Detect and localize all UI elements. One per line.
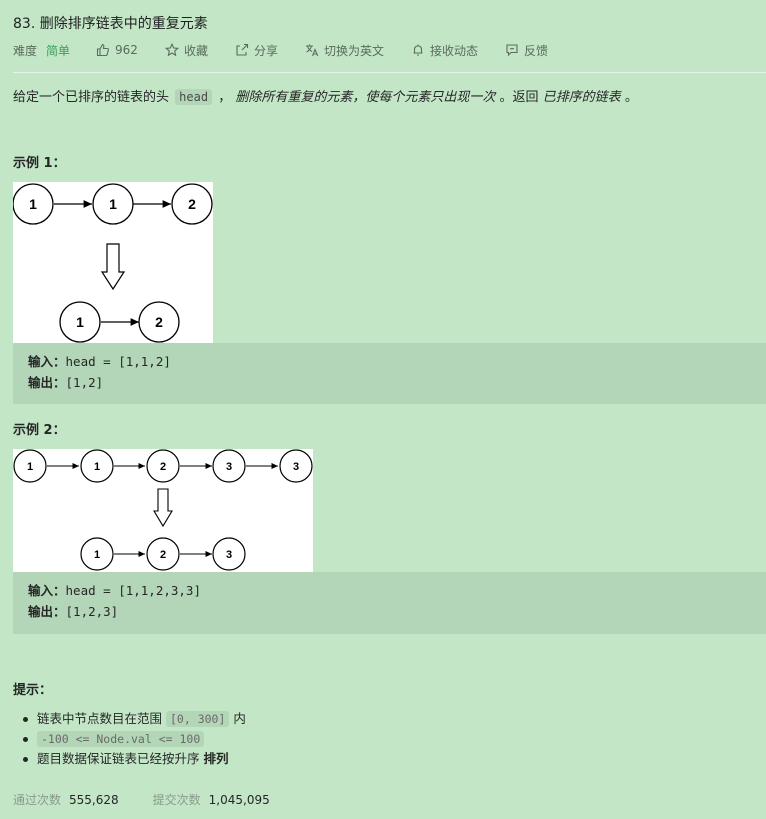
description-text: 。返回 <box>499 90 539 105</box>
switch-language-button[interactable]: 切换为英文 <box>305 42 384 59</box>
example-2-diagram: 1 1 2 3 3 1 2 3 <box>13 449 313 572</box>
hint-bold: 排列 <box>203 751 229 766</box>
example-2-io-block: 输入：head = [1,1,2,3,3] 输出：[1,2,3] <box>13 572 766 634</box>
description-emphasis: 已排序的链表 <box>542 90 621 105</box>
header-divider <box>13 72 766 73</box>
switch-language-label: 切换为英文 <box>323 43 384 58</box>
node-value: 1 <box>27 461 33 473</box>
node-value: 1 <box>29 196 37 212</box>
example-input: head = [1,1,2] <box>65 354 171 369</box>
example-2-heading: 示例 2： <box>13 423 66 438</box>
node-value: 3 <box>293 461 299 473</box>
description-text: 。 <box>624 90 638 105</box>
description-emphasis: 删除所有重复的元素，使每个元素只出现一次 <box>235 90 496 105</box>
hint-text: 链表中节点数目在范围 <box>37 711 163 726</box>
hint-item: 链表中节点数目在范围 [0, 300] 内 <box>23 709 246 729</box>
node-value: 1 <box>94 461 100 473</box>
example-1-diagram: 1 1 2 1 2 <box>13 182 213 343</box>
difficulty-label: 难度 <box>13 43 38 58</box>
hint-item: -100 <= Node.val <= 100 <box>23 729 246 749</box>
down-arrow-icon <box>100 243 126 291</box>
hint-code: -100 <= Node.val <= 100 <box>37 731 205 747</box>
input-label: 输入： <box>28 354 66 369</box>
like-count: 962 <box>115 43 138 57</box>
hint-item: 题目数据保证链表已经按升序 排列 <box>23 749 246 769</box>
translate-icon <box>305 44 319 57</box>
difficulty-value: 简单 <box>46 43 71 58</box>
share-label: 分享 <box>253 43 278 58</box>
collect-button[interactable]: 收藏 <box>164 42 208 59</box>
star-icon <box>164 43 179 57</box>
description-text: 给定一个已排序的链表的头 <box>13 90 170 105</box>
node-value: 2 <box>160 461 166 473</box>
problem-title: 83. 删除排序链表中的重复元素 <box>13 16 208 32</box>
accepted-count: 555,628 <box>69 792 119 807</box>
node-value: 3 <box>226 549 232 561</box>
submission-stats: 通过次数 555,628 提交次数 1,045,095 <box>13 791 304 808</box>
feedback-icon <box>506 44 518 57</box>
output-label: 输出： <box>28 375 66 390</box>
thumbs-up-icon <box>96 43 109 57</box>
node-value: 1 <box>76 314 84 330</box>
inline-code: head <box>175 89 213 105</box>
feedback-label: 反馈 <box>524 43 549 58</box>
example-1-io-block: 输入：head = [1,1,2] 输出：[1,2] <box>13 343 766 404</box>
example-output: [1,2] <box>65 375 104 390</box>
hint-text: 内 <box>233 711 246 726</box>
share-button[interactable]: 分享 <box>235 42 278 59</box>
example-1-heading: 示例 1： <box>13 156 66 171</box>
hints-heading: 提示： <box>13 683 53 698</box>
output-label: 输出： <box>28 604 66 619</box>
description-text: ， <box>218 90 232 105</box>
feedback-button[interactable]: 反馈 <box>505 42 548 59</box>
bell-icon <box>413 44 423 56</box>
node-value: 3 <box>226 461 232 473</box>
hints-list: 链表中节点数目在范围 [0, 300] 内 -100 <= Node.val <… <box>23 709 246 769</box>
problem-description: 给定一个已排序的链表的头 head ， 删除所有重复的元素，使每个元素只出现一次… <box>13 87 638 108</box>
down-arrow-icon <box>153 488 173 528</box>
submitted-count: 1,045,095 <box>208 792 270 807</box>
node-value: 1 <box>109 196 117 212</box>
node-value: 2 <box>155 314 163 330</box>
like-button[interactable]: 962 <box>96 43 138 57</box>
accepted-label: 通过次数 <box>13 793 62 807</box>
share-icon <box>236 43 249 56</box>
node-value: 2 <box>188 196 196 212</box>
problem-meta-bar: 难度 简单 962 收藏 分享 切换为英文 接收动态 反馈 <box>13 41 575 59</box>
subscribe-label: 接收动态 <box>429 43 478 58</box>
node-value: 2 <box>160 549 166 561</box>
subscribe-button[interactable]: 接收动态 <box>411 42 478 59</box>
example-input: head = [1,1,2,3,3] <box>65 583 201 598</box>
collect-label: 收藏 <box>183 43 208 58</box>
hint-text: 题目数据保证链表已经按升序 <box>37 751 200 766</box>
hint-code: [0, 300] <box>166 711 230 727</box>
node-value: 1 <box>94 549 100 561</box>
example-output: [1,2,3] <box>65 604 119 619</box>
submitted-label: 提交次数 <box>152 793 201 807</box>
input-label: 输入： <box>28 583 66 598</box>
